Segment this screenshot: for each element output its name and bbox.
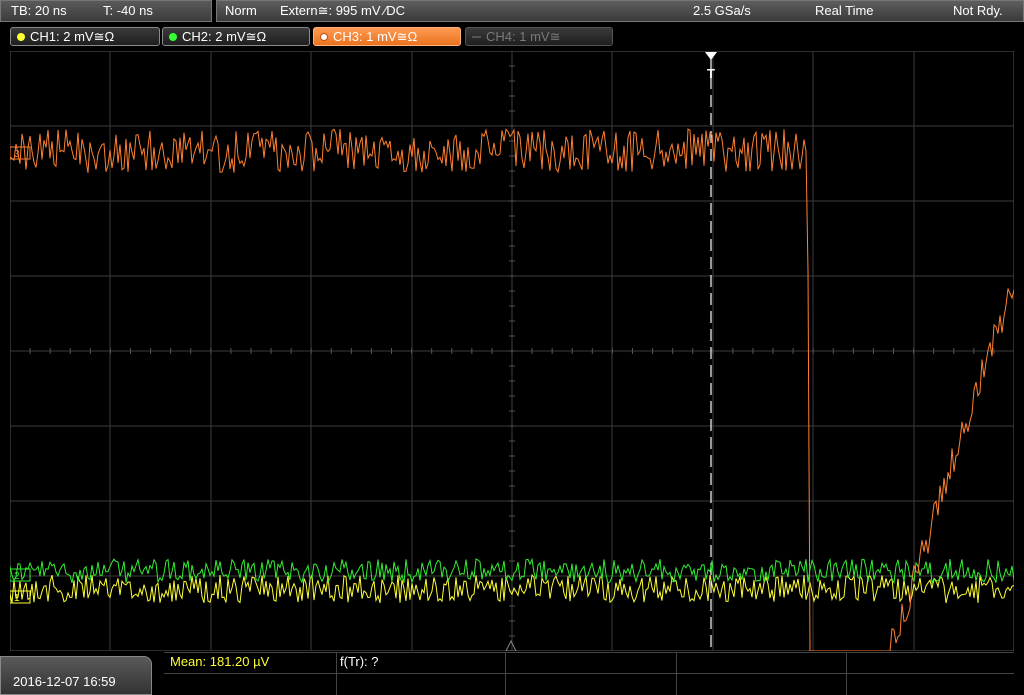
- top-status-bar: TB: 20 ns T: -40 ns Norm Extern≅: 995 mV…: [0, 0, 1024, 24]
- measurement-divider: [164, 652, 1014, 653]
- ch3-indicator-icon: [320, 32, 328, 41]
- waveform-display[interactable]: T 3 2 1: [9, 50, 1015, 652]
- measurement-separator-2: [505, 652, 506, 695]
- ch2-label: CH2: 2 mV≅Ω: [182, 29, 267, 44]
- measurement-divider-2: [164, 673, 1014, 674]
- waveform-svg: T 3 2 1: [9, 50, 1015, 652]
- trigger-status-panel[interactable]: Norm Extern≅: 995 mV ⁄DC 2.5 GSa/s Real …: [216, 0, 1024, 22]
- ch3-label: CH3: 1 mV≅Ω: [333, 29, 418, 44]
- channel-chip-ch1[interactable]: CH1: 2 mV≅Ω: [10, 27, 160, 46]
- ch1-label: CH1: 2 mV≅Ω: [30, 29, 115, 44]
- ch2-indicator-icon: [169, 32, 177, 41]
- trigger-mode: Norm: [225, 3, 257, 18]
- ch3-marker-label: 3: [14, 149, 20, 160]
- ch4-label: CH4: 1 mV≅: [486, 29, 561, 44]
- timebase-panel[interactable]: TB: 20 ns T: -40 ns: [0, 0, 212, 22]
- timebase-readout: TB: 20 ns: [11, 3, 67, 18]
- sample-rate: 2.5 GSa/s: [693, 3, 751, 18]
- run-state: Not Rdy.: [953, 3, 1003, 18]
- measurement-separator-1: [336, 652, 337, 695]
- datetime-panel: 2016-12-07 16:59: [0, 656, 152, 695]
- channel-bar: CH1: 2 mV≅Ω CH2: 2 mV≅Ω CH3: 1 mV≅Ω CH4:…: [0, 24, 1024, 50]
- ch2-marker-label: 2: [14, 571, 20, 582]
- channel-chip-ch2[interactable]: CH2: 2 mV≅Ω: [162, 27, 310, 46]
- channel-chip-ch4[interactable]: CH4: 1 mV≅: [465, 27, 613, 46]
- ch1-indicator-icon: [17, 32, 25, 41]
- measurement-separator-3: [676, 652, 677, 695]
- trigger-source: Extern≅: 995 mV ⁄DC: [280, 3, 406, 18]
- datetime: 2016-12-07 16:59: [13, 674, 116, 689]
- acquisition-mode: Real Time: [815, 3, 874, 18]
- measurement-ftr[interactable]: f(Tr): ?: [340, 652, 379, 673]
- trigger-time-readout: T: -40 ns: [103, 3, 153, 18]
- measurement-separator-4: [846, 652, 847, 695]
- channel-chip-ch3[interactable]: CH3: 1 mV≅Ω: [313, 27, 461, 46]
- ch1-marker-label: 1: [14, 593, 20, 604]
- measurement-mean[interactable]: Mean: 181.20 µV: [170, 652, 269, 673]
- trigger-marker-label: T: [707, 66, 715, 81]
- ch4-indicator-icon: [472, 35, 481, 38]
